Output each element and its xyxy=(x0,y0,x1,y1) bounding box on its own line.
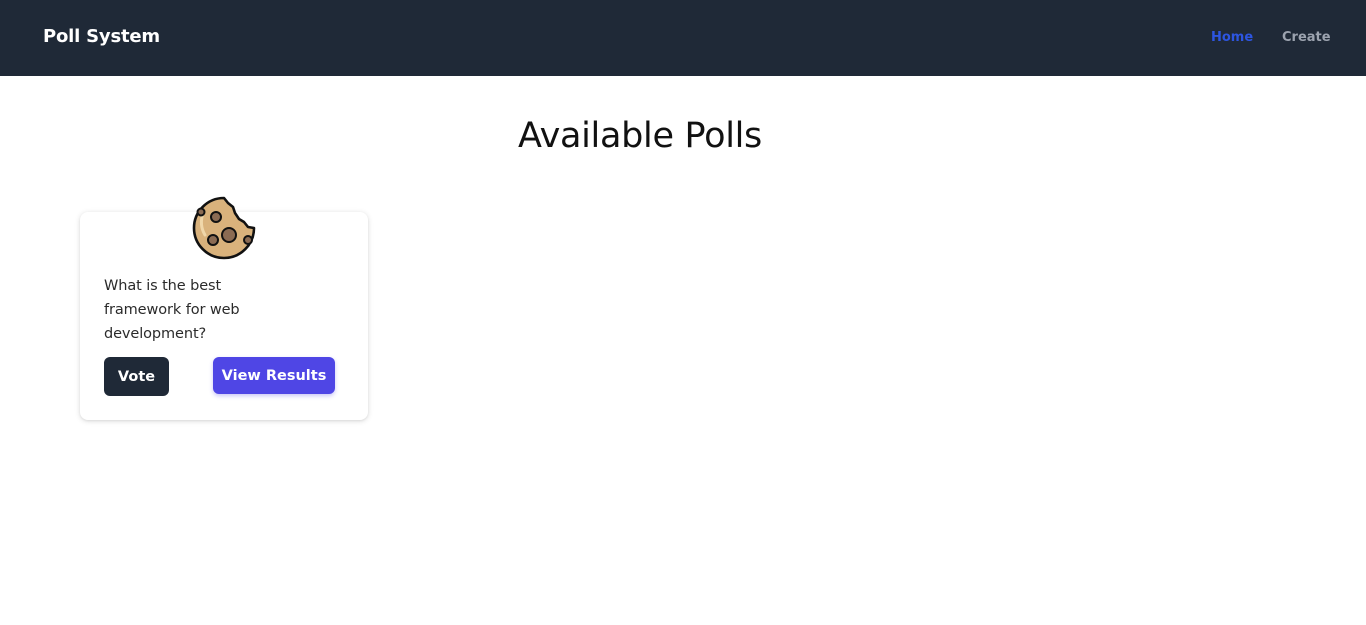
page-title: Available Polls xyxy=(517,116,762,156)
nav-link-home[interactable]: Home xyxy=(1211,30,1253,45)
poll-question: What is the best framework for web devel… xyxy=(104,278,240,342)
view-results-button[interactable]: View Results xyxy=(213,357,335,394)
nav-link-create[interactable]: Create xyxy=(1282,30,1331,45)
brand-title[interactable]: Poll System xyxy=(43,26,160,47)
navbar: Poll System Home Create xyxy=(0,0,1366,76)
cookie-icon xyxy=(191,195,257,261)
vote-button[interactable]: Vote xyxy=(104,357,169,396)
